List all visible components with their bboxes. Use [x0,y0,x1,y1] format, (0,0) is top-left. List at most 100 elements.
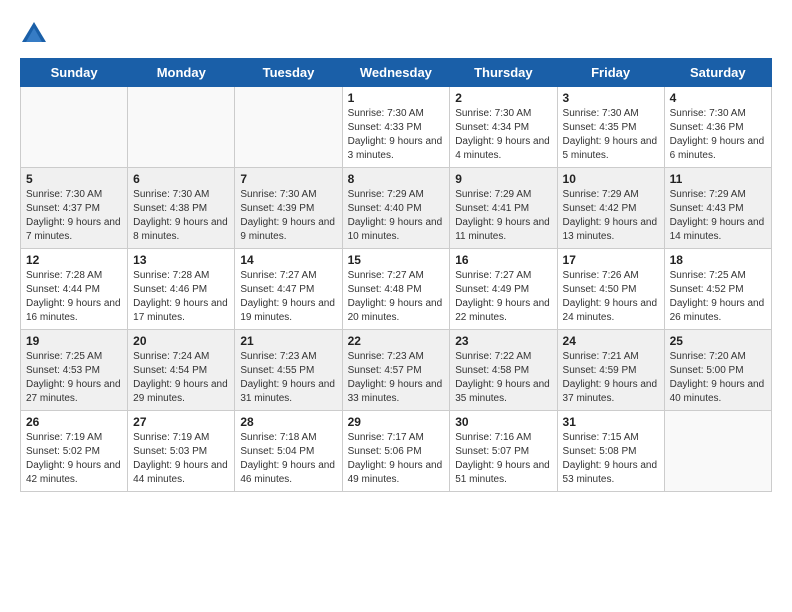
day-info: Sunrise: 7:22 AM Sunset: 4:58 PM Dayligh… [455,350,551,406]
day-info: Sunrise: 7:27 AM Sunset: 4:47 PM Dayligh… [240,269,336,325]
day-info: Sunrise: 7:24 AM Sunset: 4:54 PM Dayligh… [133,350,229,406]
day-info: Sunrise: 7:28 AM Sunset: 4:46 PM Dayligh… [133,269,229,325]
weekday-header-tuesday: Tuesday [235,59,342,87]
logo [20,20,52,48]
day-number: 14 [240,253,336,267]
day-number: 25 [670,334,766,348]
day-cell: 14 Sunrise: 7:27 AM Sunset: 4:47 PM Dayli… [235,249,342,330]
day-info: Sunrise: 7:30 AM Sunset: 4:35 PM Dayligh… [563,107,659,163]
day-cell [235,87,342,168]
day-cell [664,411,771,492]
day-cell: 25 Sunrise: 7:20 AM Sunset: 5:00 PM Dayli… [664,330,771,411]
weekday-header-saturday: Saturday [664,59,771,87]
page-header [20,20,772,48]
day-number: 13 [133,253,229,267]
day-cell: 15Sunrise: 7:27 AM Sunset: 4:48 PM Dayli… [342,249,450,330]
logo-icon [20,20,48,48]
day-cell: 31 Sunrise: 7:15 AM Sunset: 5:08 PM Dayli… [557,411,664,492]
day-info: Sunrise: 7:28 AM Sunset: 4:44 PM Dayligh… [26,269,122,325]
day-cell [128,87,235,168]
day-info: Sunrise: 7:19 AM Sunset: 5:03 PM Dayligh… [133,431,229,487]
day-number: 28 [240,415,336,429]
day-info: Sunrise: 7:23 AM Sunset: 4:57 PM Dayligh… [348,350,445,406]
day-number: 22 [348,334,445,348]
day-number: 6 [133,172,229,186]
day-number: 9 [455,172,551,186]
calendar-table: SundayMondayTuesdayWednesdayThursdayFrid… [20,58,772,492]
day-cell: 23 Sunrise: 7:22 AM Sunset: 4:58 PM Dayli… [450,330,557,411]
day-info: Sunrise: 7:20 AM Sunset: 5:00 PM Dayligh… [670,350,766,406]
day-number: 26 [26,415,122,429]
day-number: 12 [26,253,122,267]
day-cell: 29 Sunrise: 7:17 AM Sunset: 5:06 PM Dayli… [342,411,450,492]
day-cell: 19 Sunrise: 7:25 AM Sunset: 4:53 PM Dayli… [21,330,128,411]
day-cell: 13 Sunrise: 7:28 AM Sunset: 4:46 PM Dayli… [128,249,235,330]
day-number: 27 [133,415,229,429]
day-info: Sunrise: 7:30 AM Sunset: 4:33 PM Dayligh… [348,107,445,163]
week-row-3: 12 Sunrise: 7:28 AM Sunset: 4:44 PM Dayli… [21,249,772,330]
day-number: 23 [455,334,551,348]
day-number: 15 [348,253,445,267]
day-cell: 20Sunrise: 7:24 AM Sunset: 4:54 PM Dayli… [128,330,235,411]
day-number: 11 [670,172,766,186]
day-info: Sunrise: 7:25 AM Sunset: 4:52 PM Dayligh… [670,269,766,325]
day-cell: 3 Sunrise: 7:30 AM Sunset: 4:35 PM Daylig… [557,87,664,168]
day-cell: 6 Sunrise: 7:30 AM Sunset: 4:38 PM Daylig… [128,168,235,249]
day-cell: 30 Sunrise: 7:16 AM Sunset: 5:07 PM Dayli… [450,411,557,492]
day-number: 18 [670,253,766,267]
day-number: 5 [26,172,122,186]
day-cell: 5 Sunrise: 7:30 AM Sunset: 4:37 PM Daylig… [21,168,128,249]
weekday-header-monday: Monday [128,59,235,87]
day-info: Sunrise: 7:29 AM Sunset: 4:41 PM Dayligh… [455,188,551,244]
day-info: Sunrise: 7:21 AM Sunset: 4:59 PM Dayligh… [563,350,659,406]
day-number: 16 [455,253,551,267]
day-number: 3 [563,91,659,105]
day-number: 30 [455,415,551,429]
day-info: Sunrise: 7:26 AM Sunset: 4:50 PM Dayligh… [563,269,659,325]
day-cell: 21Sunrise: 7:23 AM Sunset: 4:55 PM Dayli… [235,330,342,411]
day-info: Sunrise: 7:29 AM Sunset: 4:42 PM Dayligh… [563,188,659,244]
day-cell: 10 Sunrise: 7:29 AM Sunset: 4:42 PM Dayli… [557,168,664,249]
day-number: 29 [348,415,445,429]
week-row-1: 1 Sunrise: 7:30 AM Sunset: 4:33 PM Daylig… [21,87,772,168]
day-number: 1 [348,91,445,105]
weekday-header-wednesday: Wednesday [342,59,450,87]
day-info: Sunrise: 7:29 AM Sunset: 4:40 PM Dayligh… [348,188,445,244]
day-number: 19 [26,334,122,348]
day-info: Sunrise: 7:15 AM Sunset: 5:08 PM Dayligh… [563,431,659,487]
day-info: Sunrise: 7:16 AM Sunset: 5:07 PM Dayligh… [455,431,551,487]
day-info: Sunrise: 7:29 AM Sunset: 4:43 PM Dayligh… [670,188,766,244]
day-info: Sunrise: 7:19 AM Sunset: 5:02 PM Dayligh… [26,431,122,487]
day-number: 24 [563,334,659,348]
day-info: Sunrise: 7:27 AM Sunset: 4:49 PM Dayligh… [455,269,551,325]
week-row-2: 5 Sunrise: 7:30 AM Sunset: 4:37 PM Daylig… [21,168,772,249]
day-cell: 2Sunrise: 7:30 AM Sunset: 4:34 PM Daylig… [450,87,557,168]
day-number: 31 [563,415,659,429]
weekday-header-thursday: Thursday [450,59,557,87]
day-info: Sunrise: 7:23 AM Sunset: 4:55 PM Dayligh… [240,350,336,406]
weekday-header-row: SundayMondayTuesdayWednesdayThursdayFrid… [21,59,772,87]
day-cell: 12 Sunrise: 7:28 AM Sunset: 4:44 PM Dayli… [21,249,128,330]
day-cell: 11 Sunrise: 7:29 AM Sunset: 4:43 PM Dayli… [664,168,771,249]
day-info: Sunrise: 7:30 AM Sunset: 4:36 PM Dayligh… [670,107,766,163]
week-row-4: 19 Sunrise: 7:25 AM Sunset: 4:53 PM Dayli… [21,330,772,411]
day-cell: 26 Sunrise: 7:19 AM Sunset: 5:02 PM Dayli… [21,411,128,492]
day-info: Sunrise: 7:30 AM Sunset: 4:38 PM Dayligh… [133,188,229,244]
day-info: Sunrise: 7:25 AM Sunset: 4:53 PM Dayligh… [26,350,122,406]
day-info: Sunrise: 7:30 AM Sunset: 4:39 PM Dayligh… [240,188,336,244]
day-number: 17 [563,253,659,267]
day-info: Sunrise: 7:30 AM Sunset: 4:37 PM Dayligh… [26,188,122,244]
day-number: 2 [455,91,551,105]
day-cell: 22 Sunrise: 7:23 AM Sunset: 4:57 PM Dayli… [342,330,450,411]
day-cell: 28Sunrise: 7:18 AM Sunset: 5:04 PM Dayli… [235,411,342,492]
weekday-header-sunday: Sunday [21,59,128,87]
day-cell: 17 Sunrise: 7:26 AM Sunset: 4:50 PM Dayli… [557,249,664,330]
day-number: 7 [240,172,336,186]
day-number: 8 [348,172,445,186]
day-cell: 1 Sunrise: 7:30 AM Sunset: 4:33 PM Daylig… [342,87,450,168]
day-cell: 16 Sunrise: 7:27 AM Sunset: 4:49 PM Dayli… [450,249,557,330]
day-cell: 18 Sunrise: 7:25 AM Sunset: 4:52 PM Dayli… [664,249,771,330]
day-number: 10 [563,172,659,186]
day-info: Sunrise: 7:17 AM Sunset: 5:06 PM Dayligh… [348,431,445,487]
day-cell [21,87,128,168]
